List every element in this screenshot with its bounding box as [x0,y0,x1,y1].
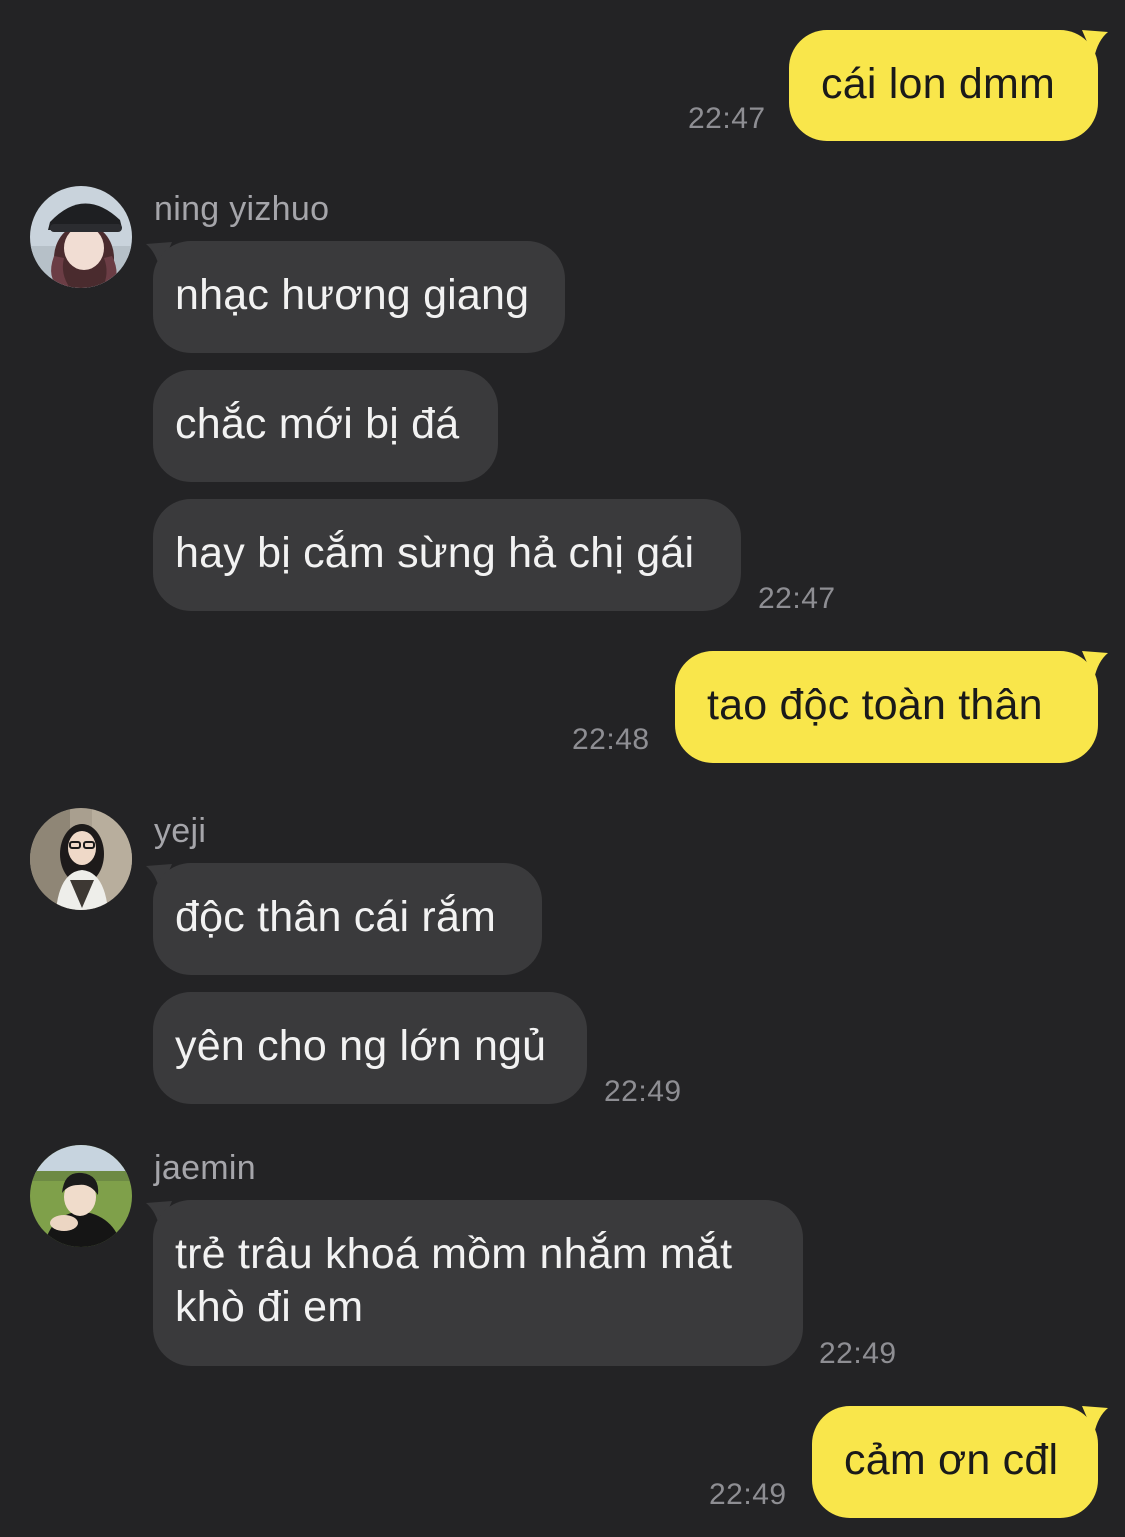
sender-name: yeji [154,812,207,850]
bubble-tail-icon [1082,1406,1108,1434]
incoming-message-bubble[interactable]: độc thân cái rắm [153,863,542,975]
incoming-message-bubble[interactable]: yên cho ng lớn ngủ [153,992,587,1104]
message-time: 22:49 [819,1337,897,1370]
outgoing-message-bubble[interactable]: cái lon dmm [789,30,1098,141]
bubble-tail-icon [1082,651,1108,679]
message-time: 22:48 [572,723,650,756]
avatar-ning-yizhuo[interactable] [30,186,132,288]
sender-name: ning yizhuo [154,190,330,228]
incoming-message-bubble[interactable]: hay bị cắm sừng hả chị gái [153,499,741,611]
chat-thread[interactable]: 22:47 cái lon dmm ning yizhuo nhạc hương… [0,0,1125,1537]
message-time: 22:49 [604,1075,682,1108]
sender-name: jaemin [154,1149,256,1187]
outgoing-message-bubble[interactable]: tao độc toàn thân [675,651,1098,763]
avatar-jaemin[interactable] [30,1145,132,1247]
message-time: 22:47 [688,102,766,135]
message-time: 22:49 [709,1478,787,1511]
incoming-message-bubble[interactable]: chắc mới bị đá [153,370,498,482]
incoming-message-bubble[interactable]: trẻ trâu khoá mồm nhắm mắt khò đi em [153,1200,803,1366]
avatar-yeji[interactable] [30,808,132,910]
incoming-message-bubble[interactable]: nhạc hương giang [153,241,565,353]
outgoing-message-bubble[interactable]: cảm ơn cđl [812,1406,1098,1518]
message-time: 22:47 [758,582,836,615]
bubble-tail-icon [1082,30,1108,58]
